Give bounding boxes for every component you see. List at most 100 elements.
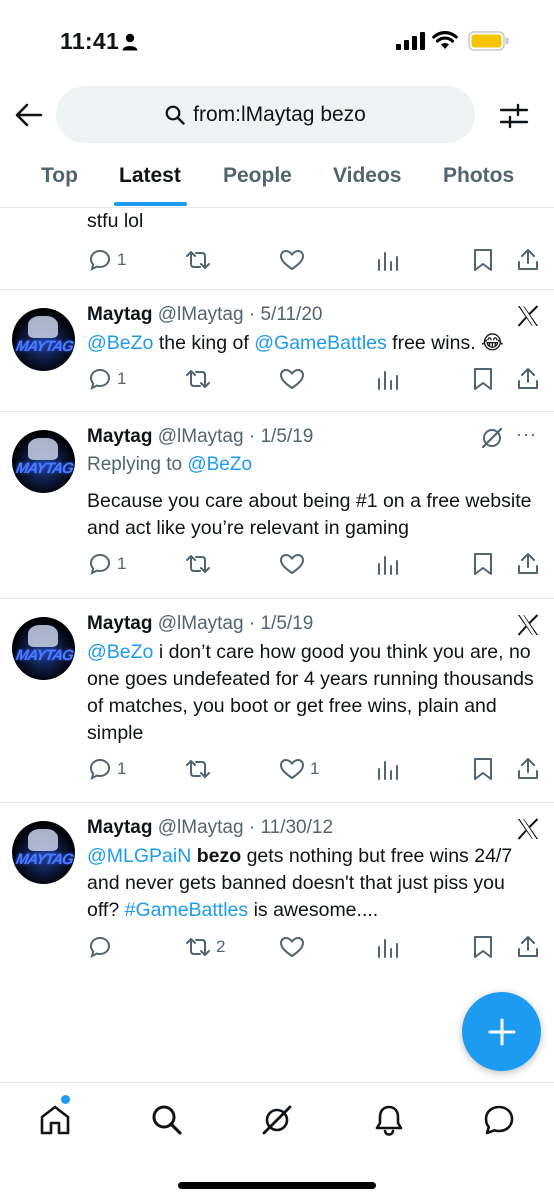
views-button[interactable] [377,552,399,576]
tweet[interactable]: MAYTAG Maytag @lMaytag · 5/11/20 @BeZo t… [0,290,554,412]
share-icon [518,758,538,779]
share-button[interactable] [516,552,540,576]
bookmark-button[interactable] [472,552,494,576]
like-button[interactable] [279,552,310,576]
tab-latest[interactable]: Latest [119,164,181,188]
views-icon [378,939,398,958]
tweet-actions: 1 [0,367,554,397]
like-count: 1 [310,759,320,778]
share-button[interactable] [516,757,540,781]
share-button[interactable] [516,367,540,391]
notifications-icon[interactable] [372,1103,406,1137]
retweet-icon [186,938,210,956]
tweet[interactable]: MAYTAG Maytag @lMaytag · 11/30/12 @MLGPa… [0,803,554,983]
like-button[interactable] [279,248,310,272]
home-notification-dot [61,1095,70,1104]
grok-icon[interactable] [260,1103,294,1137]
tweet[interactable]: MAYTAG Maytag @lMaytag · 1/5/19 @BeZo i … [0,599,554,803]
bookmark-button[interactable] [472,248,494,272]
reply-count: 1 [117,554,127,573]
like-button[interactable] [279,935,310,959]
tab-people[interactable]: People [223,164,292,188]
views-button[interactable] [377,248,399,272]
tab-top[interactable]: Top [41,164,78,188]
search-icon[interactable] [150,1103,184,1137]
compose-button[interactable] [462,992,541,1071]
mention-link[interactable]: @BeZo [87,332,153,354]
grok-icon[interactable] [480,426,504,450]
hashtag-link[interactable]: #GameBattles [125,899,249,921]
avatar[interactable]: MAYTAG [12,430,75,493]
battery-icon [468,31,509,51]
avatar[interactable]: MAYTAG [12,821,75,884]
mention-link[interactable]: @BeZo [187,454,252,475]
tab-photos[interactable]: Photos [443,164,514,188]
bookmark-button[interactable] [472,935,494,959]
tweet[interactable]: MAYTAG Maytag @lMaytag · 1/5/19 ··· Repl… [0,412,554,599]
views-icon [378,371,398,390]
bookmark-icon [474,758,492,780]
tweet-header: Maytag @lMaytag · 5/11/20 [87,304,323,325]
display-name[interactable]: Maytag [87,426,152,447]
handle[interactable]: @lMaytag [158,613,244,634]
search-tabs: Top Latest People Videos Photos [0,150,554,208]
like-button[interactable]: 1 [279,757,319,781]
reply-count: 1 [117,250,127,269]
retweet-button[interactable] [185,248,216,272]
mention-link[interactable]: @MLGPaiN [87,845,191,867]
bookmark-icon [474,936,492,958]
reply-button[interactable] [88,935,117,959]
views-button[interactable] [377,367,399,391]
home-icon[interactable] [38,1103,72,1137]
retweet-button[interactable]: 2 [185,935,225,959]
tweet-header: Maytag @lMaytag · 11/30/12 [87,817,334,838]
mention-link[interactable]: @BeZo [87,641,153,663]
reply-button[interactable]: 1 [88,757,126,781]
more-options-icon[interactable]: ··· [516,424,537,445]
reply-button[interactable]: 1 [88,248,126,272]
tweet-text: @MLGPaiN bezo gets nothing but free wins… [87,845,513,921]
reply-icon [89,368,111,390]
handle[interactable]: @lMaytag [158,304,244,325]
handle[interactable]: @lMaytag [158,817,244,838]
share-icon [518,936,538,957]
display-name[interactable]: Maytag [87,817,152,838]
views-icon [378,556,398,575]
share-button[interactable] [516,935,540,959]
like-button[interactable] [279,367,310,391]
filter-settings-icon[interactable] [498,100,530,132]
share-button[interactable] [516,248,540,272]
bookmark-button[interactable] [472,367,494,391]
reply-button[interactable]: 1 [88,367,126,391]
search-input[interactable]: from:lMaytag bezo [56,86,475,143]
retweet-button[interactable] [185,367,216,391]
heart-icon [279,553,305,575]
search-icon [165,105,185,125]
tweet-date[interactable]: 1/5/19 [260,426,313,447]
avatar[interactable]: MAYTAG [12,617,75,680]
tweet-date[interactable]: 1/5/19 [260,613,313,634]
mention-link[interactable]: @GameBattles [254,332,387,354]
tweet-date[interactable]: 11/30/12 [260,817,333,838]
tweet-date[interactable]: 5/11/20 [260,304,322,325]
search-query: from:lMaytag bezo [193,102,366,126]
messages-icon[interactable] [482,1103,516,1137]
reply-icon [89,249,111,271]
heart-icon [279,249,305,271]
bookmark-button[interactable] [472,757,494,781]
avatar[interactable]: MAYTAG [12,308,75,371]
back-arrow-icon[interactable] [14,100,44,130]
views-button[interactable] [377,935,399,959]
retweet-button[interactable] [185,552,216,576]
tab-videos[interactable]: Videos [333,164,401,188]
views-button[interactable] [377,757,399,781]
retweet-icon [186,555,210,573]
tweet-actions: 1 [0,552,554,582]
x-logo-icon [517,614,539,636]
reply-button[interactable]: 1 [88,552,126,576]
display-name[interactable]: Maytag [87,304,152,325]
tweet[interactable]: stfu lol 1 [0,208,554,290]
retweet-button[interactable] [185,757,216,781]
display-name[interactable]: Maytag [87,613,152,634]
handle[interactable]: @lMaytag [158,426,244,447]
